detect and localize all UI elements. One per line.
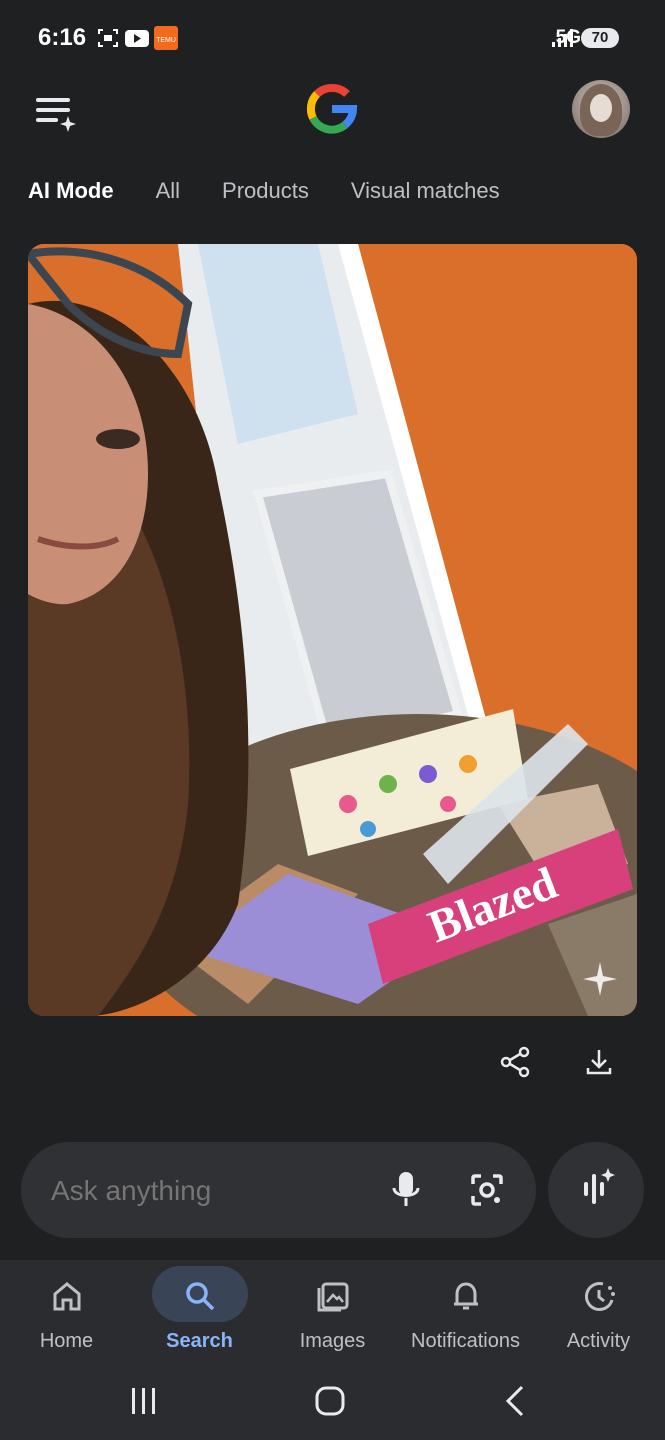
home-icon bbox=[49, 1278, 85, 1314]
signal-icon bbox=[550, 28, 574, 53]
nav-notifications[interactable]: Notifications bbox=[399, 1260, 532, 1370]
nav-home[interactable]: Home bbox=[0, 1260, 133, 1370]
sparkle-icon bbox=[583, 962, 617, 996]
system-navigation bbox=[0, 1370, 665, 1440]
battery-indicator: 70 bbox=[581, 28, 619, 48]
youtube-icon bbox=[124, 26, 150, 55]
search-image[interactable]: Blazed bbox=[28, 244, 637, 1016]
google-g-logo[interactable] bbox=[305, 82, 359, 136]
back-icon[interactable] bbox=[496, 1382, 536, 1422]
status-bar: 6:16 TEMU 5G 70 bbox=[0, 0, 665, 78]
avatar-face bbox=[590, 94, 612, 122]
voice-mode-icon bbox=[584, 1168, 615, 1204]
recents-icon[interactable] bbox=[124, 1382, 164, 1422]
activity-icon bbox=[581, 1278, 617, 1314]
search-input[interactable] bbox=[49, 1142, 353, 1240]
tab-products[interactable]: Products bbox=[222, 178, 309, 218]
nav-search-label: Search bbox=[166, 1330, 233, 1352]
tab-ai-mode[interactable]: AI Mode bbox=[28, 178, 114, 218]
bottom-navigation: Home Search Images Notifications Activit… bbox=[0, 1260, 665, 1370]
nav-activity-label: Activity bbox=[566, 1330, 631, 1352]
tab-visual-matches[interactable]: Visual matches bbox=[351, 178, 500, 218]
images-icon bbox=[315, 1278, 351, 1314]
app-header bbox=[0, 78, 665, 142]
profile-avatar[interactable] bbox=[572, 80, 630, 138]
nav-search[interactable]: Search bbox=[133, 1260, 266, 1370]
nav-images[interactable]: Images bbox=[266, 1260, 399, 1370]
mic-icon[interactable] bbox=[389, 1170, 423, 1210]
share-icon[interactable] bbox=[500, 1046, 532, 1078]
home-button-icon[interactable] bbox=[310, 1382, 350, 1422]
svg-text:TEMU: TEMU bbox=[156, 37, 176, 44]
screenshot-icon bbox=[96, 26, 120, 55]
search-tabs: AI Mode All Products Visual matches bbox=[28, 178, 500, 218]
lens-camera-icon[interactable] bbox=[467, 1170, 507, 1210]
bell-icon bbox=[448, 1278, 484, 1314]
temu-app-icon: TEMU bbox=[154, 26, 178, 55]
voice-mode-button[interactable] bbox=[548, 1142, 644, 1238]
menu-sparkle-icon[interactable] bbox=[34, 92, 78, 132]
search-icon bbox=[182, 1278, 218, 1314]
tab-all[interactable]: All bbox=[156, 178, 180, 218]
status-time: 6:16 bbox=[38, 24, 87, 51]
nav-images-label: Images bbox=[299, 1330, 366, 1352]
search-bar bbox=[21, 1142, 536, 1240]
nav-home-label: Home bbox=[39, 1330, 94, 1352]
nav-activity[interactable]: Activity bbox=[532, 1260, 665, 1370]
download-icon[interactable] bbox=[584, 1046, 616, 1078]
nav-notifications-label: Notifications bbox=[411, 1330, 520, 1352]
